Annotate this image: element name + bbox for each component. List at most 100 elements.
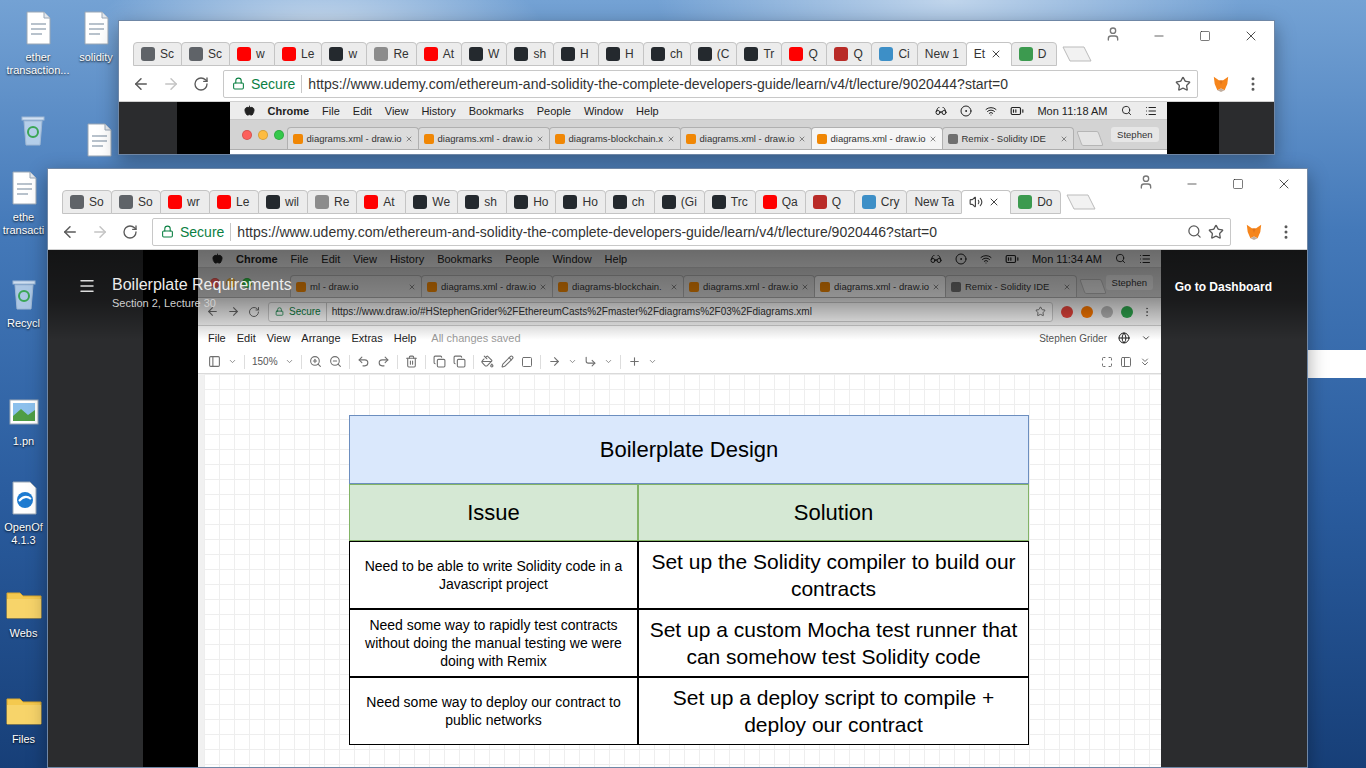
close-light[interactable] xyxy=(242,130,252,140)
address-bar[interactable]: Securehttps://www.udemy.com/ethereum-and… xyxy=(223,70,1198,98)
browser-tab[interactable]: Le xyxy=(274,42,322,66)
browser-tab[interactable]: ch xyxy=(605,190,655,214)
profile-button[interactable] xyxy=(1129,169,1163,195)
browser-tab[interactable]: Trc xyxy=(704,190,756,214)
menu-item[interactable]: Help xyxy=(636,105,659,117)
browser-tab[interactable]: D xyxy=(1011,42,1057,66)
desktop-icon[interactable]: Files xyxy=(1,688,46,748)
menu-item[interactable]: File xyxy=(322,105,340,117)
metamask-fox-icon[interactable] xyxy=(1212,75,1230,93)
close-tab-icon[interactable] xyxy=(988,196,1000,208)
menu-item[interactable]: History xyxy=(421,105,455,117)
metamask-button[interactable] xyxy=(1239,218,1269,246)
minimize-button[interactable] xyxy=(1136,21,1182,51)
zoom-out-icon[interactable] xyxy=(329,355,342,368)
reload-button[interactable] xyxy=(116,218,144,246)
browser-tab[interactable]: Sc xyxy=(133,42,182,66)
mac-tab[interactable]: Remix - Solidity IDE xyxy=(942,127,1074,149)
browser-tab[interactable]: Tr xyxy=(736,42,782,66)
mac-tab[interactable]: diagrams.xml - draw.io xyxy=(287,127,419,149)
dashboard-link[interactable]: Go to Dashboard xyxy=(1175,276,1272,294)
browser-tab[interactable]: So xyxy=(111,190,161,214)
zoom-icon[interactable] xyxy=(1187,224,1202,239)
app-menu[interactable]: Chrome xyxy=(268,105,310,117)
close-tab-icon[interactable] xyxy=(798,135,806,143)
new-tab-button[interactable] xyxy=(1062,46,1092,62)
chrome-menu-button[interactable] xyxy=(1271,218,1301,246)
minimize-light[interactable] xyxy=(258,130,268,140)
browser-tab[interactable]: (Gi xyxy=(654,190,705,214)
browser-tab[interactable]: We xyxy=(405,190,458,214)
browser-tab[interactable]: wil xyxy=(258,190,308,214)
browser-tab[interactable]: w xyxy=(321,42,367,66)
bookmark-star-icon[interactable] xyxy=(1208,224,1224,240)
back-button[interactable] xyxy=(56,218,84,246)
panel-icon[interactable] xyxy=(208,355,221,368)
maximize-button[interactable] xyxy=(1215,169,1261,199)
browser-tab[interactable]: Do xyxy=(1010,190,1060,214)
shadow-icon[interactable] xyxy=(521,356,533,368)
menu-item[interactable]: View xyxy=(385,105,409,117)
browser-tab[interactable]: At xyxy=(356,190,406,214)
delete-icon[interactable] xyxy=(405,355,418,368)
desktop-icon[interactable]: ether transaction... xyxy=(0,6,76,79)
browser-tab[interactable]: Ci xyxy=(871,42,917,66)
menu-item[interactable]: Bookmarks xyxy=(469,105,524,117)
back-button[interactable] xyxy=(127,70,155,98)
close-tab-icon[interactable] xyxy=(929,135,937,143)
profile-button[interactable] xyxy=(1096,21,1130,47)
mac-tab[interactable]: diagrams-blockchain.x xyxy=(549,127,681,149)
browser-tab[interactable]: So xyxy=(62,190,112,214)
curriculum-button[interactable] xyxy=(78,276,96,296)
desktop-icon[interactable]: 1.pn xyxy=(1,390,46,450)
zoom-light[interactable] xyxy=(274,130,284,140)
browser-tab[interactable]: H xyxy=(553,42,599,66)
minimize-button[interactable] xyxy=(1169,169,1215,199)
browser-tab[interactable]: ch xyxy=(643,42,691,66)
browser-tab[interactable]: (C xyxy=(690,42,738,66)
metamask-fox-icon[interactable] xyxy=(1245,223,1263,241)
browser-tab[interactable]: Ho xyxy=(555,190,605,214)
chrome-menu-button[interactable] xyxy=(1238,70,1268,98)
desktop-icon[interactable]: OpenOf 4.1.3 xyxy=(1,476,46,549)
browser-tab[interactable]: New Ta xyxy=(906,190,962,214)
forward-button[interactable] xyxy=(86,218,114,246)
zoom-level[interactable]: 150% xyxy=(252,356,278,367)
connection-icon[interactable] xyxy=(548,355,561,368)
desktop-icon[interactable]: solidity xyxy=(74,6,118,66)
browser-tab[interactable]: Q xyxy=(781,42,827,66)
browser-tab[interactable]: W xyxy=(461,42,507,66)
browser-tab[interactable]: Cry xyxy=(854,190,908,214)
close-button[interactable] xyxy=(1228,21,1274,51)
browser-tab[interactable] xyxy=(961,190,1011,214)
menu-item[interactable]: Edit xyxy=(353,105,372,117)
browser-tab[interactable]: Q xyxy=(805,190,855,214)
insert-icon[interactable] xyxy=(628,355,641,368)
fullscreen-icon[interactable] xyxy=(1101,356,1113,368)
desktop-icon[interactable]: ethe transacti xyxy=(1,166,46,239)
metamask-button[interactable] xyxy=(1206,70,1236,98)
browser-tab[interactable]: Qa xyxy=(755,190,806,214)
redo-icon[interactable] xyxy=(377,355,390,368)
close-tab-icon[interactable] xyxy=(667,135,675,143)
desktop-icon[interactable] xyxy=(10,108,56,152)
mac-tab[interactable]: diagrams.xml - draw.io xyxy=(418,127,550,149)
browser-tab[interactable]: At xyxy=(416,42,462,66)
new-tab-button[interactable] xyxy=(1076,131,1103,146)
close-tab-icon[interactable] xyxy=(405,135,413,143)
apple-icon[interactable] xyxy=(244,105,255,116)
close-button[interactable] xyxy=(1261,169,1307,199)
browser-tab[interactable]: w xyxy=(229,42,275,66)
browser-tab[interactable]: Q xyxy=(826,42,872,66)
diagram-table[interactable]: Boilerplate DesignIssueSolutionNeed to b… xyxy=(349,415,1029,745)
line-color-icon[interactable] xyxy=(501,355,514,368)
browser-tab[interactable]: Sc xyxy=(181,42,230,66)
close-tab-icon[interactable] xyxy=(1060,135,1068,143)
browser-tab[interactable]: Re xyxy=(307,190,357,214)
format-panel-icon[interactable] xyxy=(1120,356,1132,368)
browser-tab[interactable]: Re xyxy=(366,42,416,66)
menu-item[interactable]: People xyxy=(537,105,571,117)
reload-button[interactable] xyxy=(187,70,215,98)
to-front-icon[interactable] xyxy=(433,355,446,368)
close-tab-icon[interactable] xyxy=(990,48,1002,60)
